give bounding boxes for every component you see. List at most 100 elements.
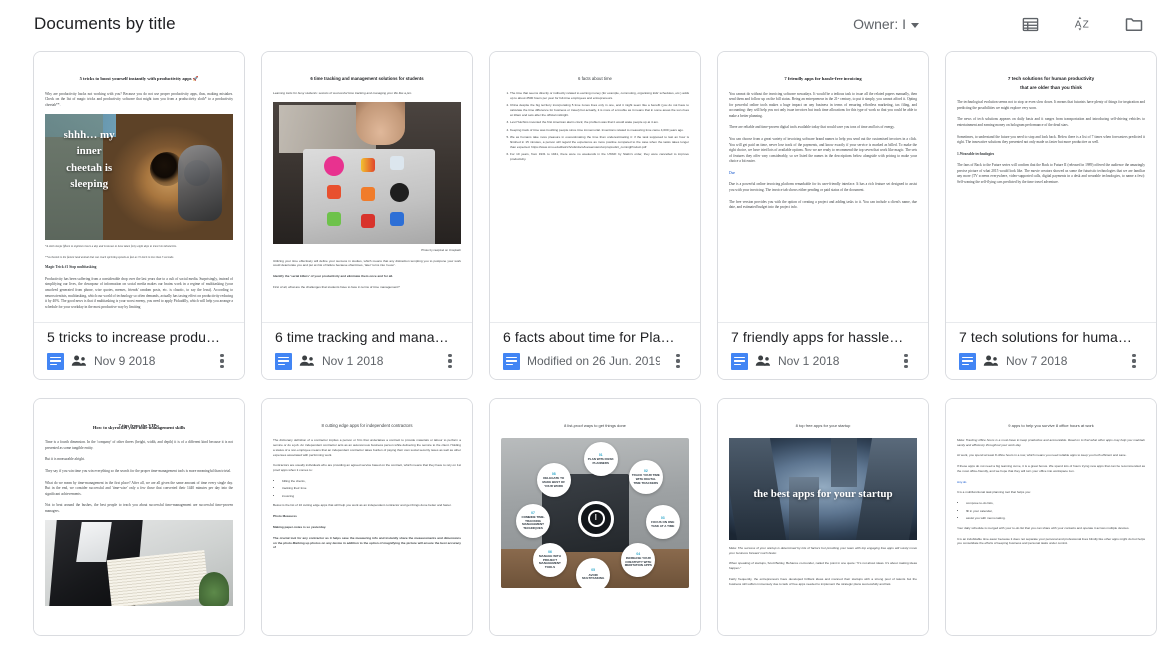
owner-filter-dropdown[interactable]: Owner: I	[847, 12, 925, 36]
google-docs-icon	[275, 352, 292, 370]
doc-heading-line-1: 7 tech solutions for human productivity	[1007, 76, 1095, 81]
card-footer: 7 friendly apps for hassle… Nov 1 2018	[718, 323, 928, 379]
doc-paragraph-2: If these apps do not need a big learning…	[957, 464, 1145, 473]
doc-paragraph-3: First of all, what are the challenges th…	[273, 284, 400, 289]
doc-paragraph-4: The crucial tool for any contractor as i…	[273, 535, 461, 550]
card-footer: 7 tech solutions for huma… Nov 7 2018	[946, 323, 1156, 379]
bubble-text: INCREASE YOUR CREATIVITY WITH MEDITATION…	[624, 555, 652, 568]
infographic-bubble: 05 AVOID MULTITASKING	[576, 557, 611, 588]
mural-caption: shhh… my inner cheetah is sleeping	[63, 128, 115, 191]
doc-paragraph: You cannot do without the invoicing soft…	[729, 91, 917, 118]
bubble-text: MANAGE WITH PROJECT MANAGEMENT TOOLS	[539, 553, 561, 570]
document-card[interactable]: 7 tech solutions for human productivity …	[945, 51, 1157, 380]
doc-subheading: Identify the 'serial killers' of your pr…	[273, 274, 394, 279]
doc-paragraph-3: Sometimes, to understand the future you …	[957, 134, 1145, 145]
doc-paragraph-3: Below is the list of 10 cutting edge app…	[273, 503, 452, 508]
document-card[interactable]: 7 tips from the VIPs: How to skyrocket y…	[33, 398, 245, 636]
doc-paragraph-5: Not to beat around the bushes, the best …	[45, 503, 233, 513]
document-card[interactable]: 8 top free apps for your startup the bes…	[717, 398, 929, 636]
card-date: Nov 1 2018	[778, 354, 840, 368]
card-meta-row: Nov 1 2018	[731, 349, 917, 373]
document-card[interactable]: 6 time tracking and management solutions…	[261, 51, 473, 380]
photo-newspaper	[106, 549, 209, 607]
more-options-button[interactable]	[895, 349, 917, 373]
list-item: assist you with memo taking.	[966, 516, 1145, 521]
list-item: billing the clients,	[282, 479, 461, 484]
doc-paragraph-5: It is an indubitable time-saver because …	[957, 536, 1145, 546]
more-options-button[interactable]	[1123, 349, 1145, 373]
doc-footnote-1: *A sloth sleeps fifteen to eighteen hour…	[45, 244, 177, 249]
document-card[interactable]: 9 apps to help you survive 8 office hour…	[945, 398, 1157, 636]
doc-paragraph-4: What do we mean by time-management in th…	[45, 480, 233, 496]
document-thumbnail: 8 top free apps for your startup the bes…	[718, 399, 928, 635]
card-title: 6 time tracking and mana…	[275, 329, 449, 345]
sticker	[324, 156, 345, 177]
doc-paragraph-2: Utilizing your time effectively will def…	[273, 258, 461, 268]
doc-paragraph-3: It is a multifunctional task planning to…	[957, 490, 1031, 495]
stopwatch-icon	[587, 510, 605, 528]
doc-paragraph: The technological evolution seems not to…	[957, 100, 1145, 110]
doc-paragraph-3: You can choose from a great variety of i…	[729, 137, 917, 164]
document-thumbnail: 7 tech solutions for human productivity …	[946, 52, 1156, 323]
doc-paragraph: Why are productivity hacks not working w…	[45, 91, 233, 107]
doc-subheading: Photo Measures	[273, 514, 297, 519]
card-meta-row: Nov 1 2018	[275, 349, 461, 373]
card-title: 7 friendly apps for hassle…	[731, 329, 904, 345]
infographic-bubble: 03 FOCUS ON ONE TASK AT A TIME	[645, 505, 680, 540]
doc-paragraph: The dictionary definition of a contracto…	[273, 438, 461, 457]
cheetah-mural-photo: shhh… my inner cheetah is sleeping	[45, 114, 233, 241]
google-docs-icon	[731, 352, 748, 370]
list-item: invoicing	[282, 494, 461, 499]
documents-grid: 5 tricks to boost yourself instantly wit…	[0, 42, 1175, 636]
card-footer: 5 tricks to increase produ… Nov 9 2018	[34, 323, 244, 379]
shared-people-icon	[71, 354, 87, 368]
doc-paragraph-5: The free version provides you with the o…	[729, 199, 917, 210]
photo-overlay-text: the best apps for your startup	[753, 487, 893, 500]
doc-paragraph-2: But it is measurable alright.	[45, 457, 85, 462]
card-footer: 6 time tracking and mana… Nov 1 2018	[262, 323, 472, 379]
list-view-icon[interactable]	[1017, 11, 1043, 37]
doc-footnote-2: **A cheetah is the fastest land animal t…	[45, 254, 174, 259]
shared-people-icon	[755, 354, 771, 368]
doc-link[interactable]: Any.do	[957, 480, 1145, 485]
more-options-button[interactable]	[667, 349, 689, 373]
doc-paragraph: Learning tools for busy students: secret…	[273, 91, 413, 96]
doc-bullet-list: billing the clients, tracking their time…	[273, 479, 461, 499]
doc-paragraph-2: Productivity has been suffering from a c…	[45, 276, 233, 309]
document-card[interactable]: 7 friendly apps for hassle-free invoicin…	[717, 51, 929, 380]
doc-paragraph-2: There are reliable and time-proven digit…	[729, 125, 895, 130]
doc-heading: 7 friendly apps for hassle-free invoicin…	[784, 76, 862, 81]
folder-icon[interactable]	[1121, 11, 1147, 37]
list-item: For 10 years, from 1931 to 1941, there w…	[510, 152, 689, 162]
list-item: The time that seems directly or indirect…	[510, 91, 689, 101]
document-thumbnail: 9 apps to help you survive 8 office hour…	[946, 399, 1156, 635]
doc-heading: 8 top free apps for your startup	[795, 423, 851, 428]
doc-heading: 9 apps to help you survive 8 office hour…	[1008, 423, 1094, 428]
more-options-button[interactable]	[439, 349, 461, 373]
doc-heading-line-2: that are older than you think	[1020, 84, 1082, 90]
doc-heading: 8 cutting edge apps for independent cont…	[321, 423, 413, 428]
page-title: Documents by title	[34, 14, 176, 33]
infographic-bubble: 06 MANAGE WITH PROJECT MANAGEMENT TOOLS	[532, 542, 567, 577]
document-card[interactable]: 8 list-proof ways to get things done 01 …	[489, 398, 701, 636]
document-card[interactable]: 6 facts about time The time that seems d…	[489, 51, 701, 380]
startup-skyscraper-photo: the best apps for your startup	[729, 437, 917, 540]
document-thumbnail: 6 time tracking and management solutions…	[262, 52, 472, 323]
more-options-button[interactable]	[211, 349, 233, 373]
card-date: Modified on 26 Jun. 2019	[527, 354, 660, 368]
document-card[interactable]: 8 cutting edge apps for independent cont…	[261, 398, 473, 636]
card-date: Nov 1 2018	[322, 354, 384, 368]
document-card[interactable]: 5 tricks to boost yourself instantly wit…	[33, 51, 245, 380]
sort-az-icon[interactable]: A Z	[1069, 11, 1095, 37]
sticker	[389, 155, 404, 170]
card-date: Nov 7 2018	[1006, 354, 1068, 368]
sticker	[360, 186, 375, 201]
google-docs-icon	[47, 352, 64, 370]
doc-subheading: Magic Trick #1 Stop multitasking	[45, 265, 97, 270]
doc-paragraph-4: The fans of Back to the Future series wi…	[957, 163, 1145, 184]
doc-paragraph: When speaking of startups, Scott Belsky,…	[729, 561, 917, 571]
sticker	[360, 213, 375, 228]
infographic-bubble: 04 INCREASE YOUR CREATIVITY WITH MEDITAT…	[621, 542, 656, 577]
document-thumbnail: 7 tips from the VIPs: How to skyrocket y…	[34, 399, 244, 635]
shared-people-icon	[299, 354, 315, 368]
